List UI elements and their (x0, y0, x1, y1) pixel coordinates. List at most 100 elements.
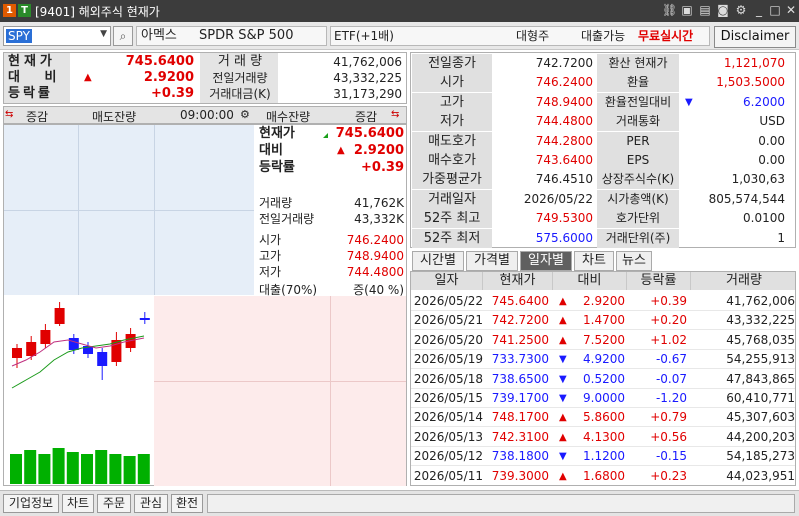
summary-change-label: 대 비 (8, 70, 67, 85)
row-rate: -0.15 (655, 449, 687, 464)
info-value: USD (759, 114, 785, 129)
chart-button[interactable]: 차트 (62, 494, 94, 513)
col-price: 현재가 (483, 272, 553, 290)
orderbook-header: ⇆ 증감 매도잔량 09:00:00 ⚙ 매수잔량 증감 ⇆ (3, 106, 407, 124)
maximize-icon[interactable]: □ (768, 3, 782, 17)
up-arrow-icon: ▲ (84, 72, 92, 83)
exchange-button[interactable]: 환전 (171, 494, 203, 513)
row-volume: 54,255,913 (726, 352, 795, 367)
candle-body (40, 330, 51, 344)
table-row[interactable]: 2026/05/22 745.6400 2.9200 +0.39 41,762,006 ▲ (411, 292, 795, 311)
realtime-label: 무료실시간 (638, 29, 694, 43)
amount-label: 거래대금(K) (209, 87, 271, 101)
row-date: 2026/05/21 (413, 313, 483, 328)
search-button[interactable]: ⌕ (113, 26, 133, 46)
info-label: 환율전일대비 (597, 92, 679, 112)
volume-bar (52, 448, 65, 484)
table-row[interactable]: 2026/05/13 742.3100 4.1300 +0.56 44,200,203 ▲ (411, 428, 795, 447)
candle-body (68, 338, 79, 350)
row-rate: +0.79 (650, 410, 687, 425)
ob-price: 745.6400 (335, 126, 404, 141)
tab-price[interactable]: 가격별 (466, 251, 518, 271)
close-icon[interactable]: ✕ (784, 3, 798, 17)
info-label: 매수호가 (412, 151, 492, 170)
tab-news[interactable]: 뉴스 (616, 251, 652, 271)
bid-area (154, 296, 406, 486)
down-arrow-icon: ▼ (559, 393, 567, 404)
up-arrow-icon: ▲ (559, 315, 567, 327)
row-rate: -0.67 (655, 352, 687, 367)
save-icon[interactable]: ▤ (698, 3, 712, 17)
table-row[interactable]: 2026/05/15 739.1700 9.0000 -1.20 60,410,771 ▼ (411, 389, 795, 408)
orderbook-header-3: 매수잔량 (266, 110, 311, 124)
stock-name-box: 아멕스 SPDR S&P 500 (136, 26, 327, 46)
company-info-button[interactable]: 기업정보 (3, 494, 59, 513)
info-label: 거래단위(주) (597, 228, 679, 248)
row-volume: 44,023,951 (726, 468, 795, 483)
info-value: 744.2800 (535, 133, 593, 148)
row-volume: 44,200,203 (726, 429, 795, 444)
daily-table: 일자 현재가 대비 등락률 거래량 2026/05/22 745.6400 2.92… (410, 271, 796, 486)
row-price: 738.1800 (491, 449, 549, 464)
volume-bar (10, 454, 22, 484)
prev-volume-label: 전일거래량 (212, 71, 268, 85)
window-badge-2[interactable]: T (18, 4, 31, 17)
volume-bar (109, 454, 122, 484)
row-price: 739.1700 (491, 391, 549, 405)
copy-icon[interactable]: ▣ (680, 3, 694, 17)
summary-price: 745.6400 (125, 54, 194, 69)
swap-right-icon[interactable]: ⇆ (391, 109, 399, 120)
stock-code-value[interactable]: SPY (6, 29, 32, 43)
table-row[interactable]: 2026/05/18 738.6500 0.5200 -0.07 47,843,865 ▼ (411, 370, 795, 389)
watchlist-button[interactable]: 관심 (134, 494, 168, 513)
table-row[interactable]: 2026/05/19 733.7300 4.9200 -0.67 54,255,913 ▼ (411, 350, 795, 370)
table-row[interactable]: 2026/05/12 738.1800 1.1200 -0.15 54,185,273 ▼ (411, 447, 795, 467)
table-row[interactable]: 2026/05/20 741.2500 7.5200 +1.02 45,768,035 ▲ (411, 331, 795, 350)
ob-low: 744.4800 (346, 265, 404, 279)
info-label: PER (597, 131, 679, 151)
row-date: 2026/05/11 (413, 468, 483, 483)
row-date: 2026/05/19 (413, 352, 483, 367)
table-row[interactable]: 2026/05/21 742.7200 1.4700 +0.20 43,332,225 ▲ (411, 311, 795, 331)
table-row[interactable]: 2026/05/11 739.3000 1.6800 +0.23 44,023,951 ▲ (411, 467, 795, 485)
etf-type: ETF(+1배) (334, 29, 394, 43)
row-price: 741.2500 (491, 332, 549, 347)
table-row[interactable]: 2026/05/14 748.1700 5.8600 +0.79 45,307,603 ▲ (411, 408, 795, 428)
tab-daily[interactable]: 일자별 (520, 251, 572, 271)
down-arrow-icon: ▼ (559, 451, 567, 463)
col-volume: 거래량 (691, 272, 795, 290)
info-label: 시가 (412, 73, 492, 93)
ob-low-label: 저가 (259, 265, 282, 279)
row-price: 742.7200 (491, 313, 549, 328)
camera-icon[interactable]: ◙ (716, 3, 730, 17)
order-button[interactable]: 주문 (97, 494, 131, 513)
settings-icon[interactable]: ⚙ (240, 108, 250, 121)
mini-chart[interactable] (4, 296, 154, 486)
ob-change-label: 대비 (259, 143, 283, 158)
bid-divider-2 (154, 381, 406, 382)
volume-bar (66, 452, 79, 484)
col-change: 대비 (553, 272, 627, 290)
minimize-icon[interactable]: _ (752, 3, 766, 17)
link-icon[interactable]: ⛓ (662, 3, 677, 17)
tab-chart[interactable]: 차트 (574, 251, 614, 271)
row-price: 739.3000 (491, 468, 549, 483)
info-label: 매도호가 (412, 131, 492, 151)
ob-prev-volume-label: 전일거래량 (259, 212, 315, 226)
row-price: 738.6500 (491, 371, 549, 386)
col-date: 일자 (411, 272, 483, 290)
info-value: 6.2000 (743, 94, 785, 109)
disclaimer-button[interactable]: Disclaimer (714, 26, 796, 48)
row-rate: +0.39 (650, 294, 687, 308)
stock-code-input[interactable]: SPY ▼ (3, 26, 111, 46)
swap-left-icon[interactable]: ⇆ (5, 109, 13, 120)
row-date: 2026/05/22 (413, 294, 483, 308)
settings-icon[interactable]: ⚙ (734, 3, 748, 17)
ob-prev-volume: 43,332K (354, 212, 404, 226)
tab-time[interactable]: 시간별 (412, 251, 464, 271)
search-icon: ⌕ (119, 29, 127, 43)
volume-label: 거 래 량 (217, 54, 263, 69)
row-rate: +1.02 (650, 332, 687, 347)
chevron-down-icon[interactable]: ▼ (100, 29, 107, 39)
window-badge-1[interactable]: 1 (3, 4, 16, 17)
